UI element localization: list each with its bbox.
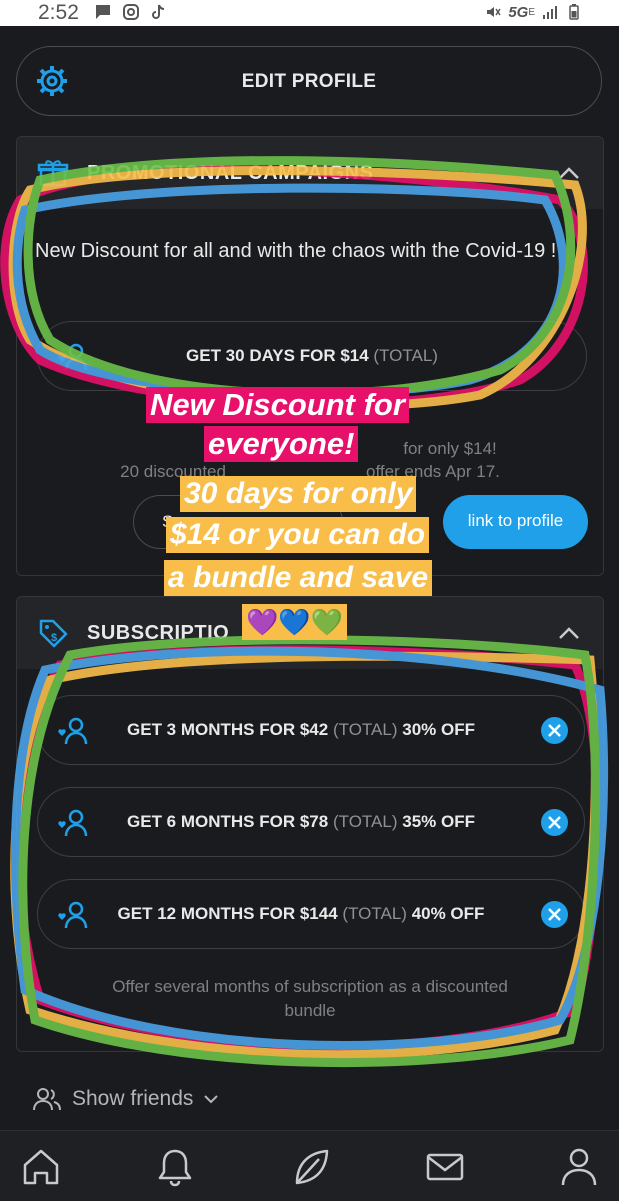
network-sub-label: E (528, 6, 535, 18)
promo-description: New Discount for all and with the chaos … (35, 240, 557, 262)
overlay-caption-line4: $14 or you can do (166, 517, 430, 553)
overlay-caption-line5: a bundle and save (164, 560, 433, 596)
remove-bundle-button[interactable] (541, 809, 568, 836)
bundle-discount: 30% OFF (402, 720, 475, 739)
bundle-item[interactable]: GET 3 MONTHS FOR $42 (TOTAL) 30% OFF (37, 695, 585, 765)
mail-icon[interactable] (423, 1145, 467, 1189)
bundle-discount: 40% OFF (411, 904, 485, 923)
person-icon[interactable] (557, 1145, 601, 1189)
chevron-down-icon (204, 1095, 219, 1104)
bundle-suffix: (TOTAL) (342, 904, 407, 923)
chevron-up-icon[interactable] (557, 163, 581, 183)
overlay-caption-hearts: 💜💙💚 (242, 604, 348, 640)
remove-bundle-button[interactable] (541, 717, 568, 744)
bundle-main: GET 6 MONTHS FOR $78 (127, 812, 329, 831)
edit-profile-label: EDIT PROFILE (241, 71, 377, 92)
overlay-caption-line1: New Discount for (146, 387, 409, 423)
bundle-item[interactable]: GET 12 MONTHS FOR $144 (TOTAL) 40% OFF (37, 879, 585, 949)
bundle-text: GET 12 MONTHS FOR $144 (TOTAL) 40% OFF (38, 904, 584, 924)
promo-card-title: PROMOTIONAL CAMPAIGNS (87, 162, 374, 184)
bundle-text: GET 3 MONTHS FOR $42 (TOTAL) 30% OFF (38, 720, 584, 740)
show-friends-toggle[interactable]: Show friends (32, 1086, 219, 1112)
subscription-card: $ SUBSCRIPTIO GET 3 MONTHS FOR $42 (TOTA… (16, 596, 604, 1052)
subscription-note-line2: bundle (284, 1001, 336, 1020)
bundle-suffix: (TOTAL) (332, 720, 398, 739)
promo-offer-text: GET 30 DAYS FOR $14 (TOTAL) (38, 346, 586, 366)
remove-bundle-button[interactable] (541, 901, 568, 928)
friends-icon (33, 1088, 61, 1111)
bell-icon[interactable] (153, 1145, 197, 1189)
battery-icon (569, 4, 579, 20)
svg-text:$: $ (51, 632, 57, 644)
leaf-icon[interactable] (289, 1145, 333, 1189)
close-icon (548, 908, 561, 921)
subscription-card-title: SUBSCRIPTIO (87, 622, 230, 644)
home-icon[interactable] (19, 1145, 63, 1189)
signal-icon (543, 6, 557, 19)
promo-offer-main: GET 30 DAYS FOR $14 (186, 346, 369, 365)
promo-link-label: link to profile (467, 511, 564, 530)
tiktok-icon (152, 4, 165, 19)
notification-icons (94, 3, 168, 21)
overlay-caption-line2: everyone! (204, 426, 359, 462)
close-icon (548, 816, 561, 829)
chevron-up-icon[interactable] (557, 623, 581, 643)
bundle-main: GET 12 MONTHS FOR $144 (117, 904, 338, 923)
bundle-suffix: (TOTAL) (332, 812, 398, 831)
bundle-text: GET 6 MONTHS FOR $78 (TOTAL) 35% OFF (38, 812, 584, 832)
bundle-main: GET 3 MONTHS FOR $42 (127, 720, 329, 739)
system-icons: 5G E (484, 3, 583, 21)
status-time: 2:52 (38, 1, 79, 24)
gift-icon (37, 160, 69, 187)
edit-profile-button[interactable]: EDIT PROFILE (16, 46, 602, 116)
instagram-icon (123, 4, 139, 20)
subscription-note: Offer several months of subscription as … (17, 975, 603, 1023)
message-icon (96, 5, 110, 19)
promo-offer-30days[interactable]: GET 30 DAYS FOR $14 (TOTAL) (37, 321, 587, 391)
close-icon (548, 724, 561, 737)
bundle-item[interactable]: GET 6 MONTHS FOR $78 (TOTAL) 35% OFF (37, 787, 585, 857)
bottom-nav (0, 1130, 619, 1201)
status-bar: 2:52 5G E (0, 0, 619, 26)
mute-icon (487, 7, 501, 17)
subscription-note-line1: Offer several months of subscription as … (112, 977, 508, 996)
price-tag-icon: $ (39, 619, 68, 648)
promo-link-to-profile-button[interactable]: link to profile (443, 495, 588, 549)
promo-card-header[interactable]: PROMOTIONAL CAMPAIGNS (17, 137, 603, 209)
network-label: 5G (508, 3, 529, 21)
promo-offer-suffix: (TOTAL) (373, 346, 438, 365)
overlay-caption-line3: 30 days for only (180, 476, 417, 512)
bundle-discount: 35% OFF (402, 812, 475, 831)
show-friends-label: Show friends (72, 1087, 194, 1110)
